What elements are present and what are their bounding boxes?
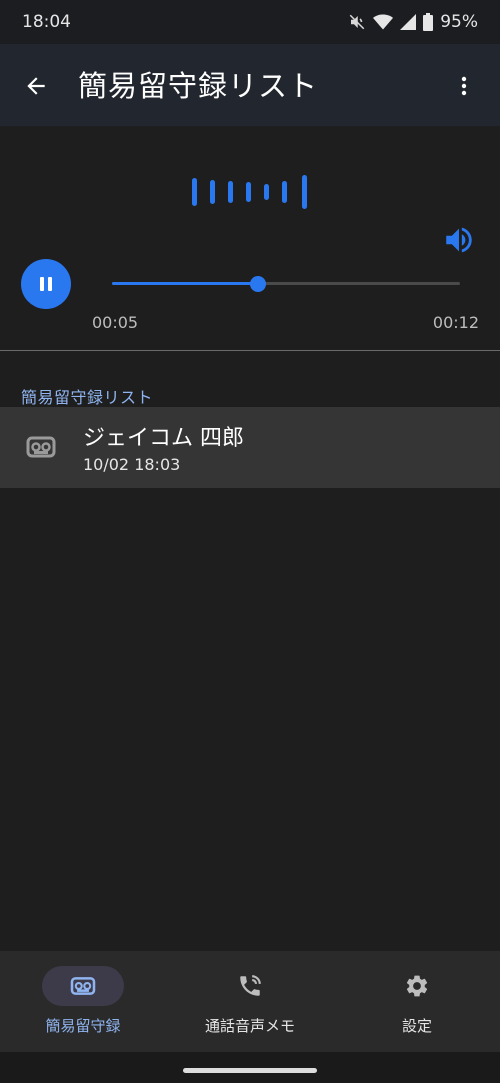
- battery-icon: [423, 13, 434, 31]
- section-title: 簡易留守録リスト: [21, 388, 154, 407]
- divider: [0, 350, 500, 351]
- nav-item-settings[interactable]: 設定: [334, 951, 500, 1052]
- mute-icon: [349, 14, 365, 30]
- pause-icon: [40, 277, 52, 291]
- waveform-icon: [192, 175, 307, 209]
- back-button[interactable]: [14, 64, 58, 108]
- bottom-navigation: 簡易留守録 通話音声メモ 設定: [0, 951, 500, 1052]
- more-options-button[interactable]: [442, 64, 486, 108]
- status-bar: 18:04 95%: [0, 0, 500, 44]
- phone-record-icon: [240, 975, 261, 996]
- volume-icon: [446, 227, 472, 253]
- nav-label-voicemail: 簡易留守録: [45, 1017, 121, 1035]
- pause-button[interactable]: [21, 259, 71, 309]
- more-vert-icon: [461, 76, 467, 96]
- nav-label-settings: 設定: [401, 1017, 432, 1035]
- seek-thumb[interactable]: [250, 276, 267, 292]
- arrow-back-icon: [27, 77, 45, 95]
- status-icons: 95%: [348, 12, 478, 32]
- nav-label-call-memo: 通話音声メモ: [204, 1017, 295, 1035]
- app-bar: 簡易留守録リスト: [0, 44, 500, 126]
- gear-icon: [406, 975, 428, 997]
- seek-bar[interactable]: [112, 274, 460, 294]
- current-time: 00:05: [92, 313, 139, 332]
- nav-icon-container: [376, 966, 458, 1006]
- list-item[interactable]: [0, 407, 500, 488]
- page-title: 簡易留守録リスト: [78, 69, 319, 103]
- nav-active-indicator: [42, 966, 124, 1006]
- voicemail-icon: [70, 977, 96, 995]
- nav-item-voicemail[interactable]: 簡易留守録: [0, 951, 166, 1052]
- list-item-name: ジェイコム 四郎: [83, 426, 244, 451]
- status-time: 18:04: [22, 12, 71, 32]
- seek-progress: [112, 282, 259, 285]
- nav-icon-container: [209, 966, 291, 1006]
- list-item-datetime: 10/02 18:03: [83, 455, 181, 474]
- total-time: 00:12: [432, 313, 479, 332]
- battery-percent: 95%: [440, 12, 478, 32]
- gesture-area: [0, 1052, 500, 1083]
- wifi-icon: [373, 14, 394, 30]
- voicemail-icon: [26, 436, 56, 458]
- nav-item-call-memo[interactable]: 通話音声メモ: [167, 951, 333, 1052]
- signal-icon: [400, 14, 417, 30]
- audio-player: 00:05 00:12: [0, 126, 500, 350]
- home-gesture-bar[interactable]: [183, 1068, 317, 1073]
- volume-button[interactable]: [438, 219, 480, 261]
